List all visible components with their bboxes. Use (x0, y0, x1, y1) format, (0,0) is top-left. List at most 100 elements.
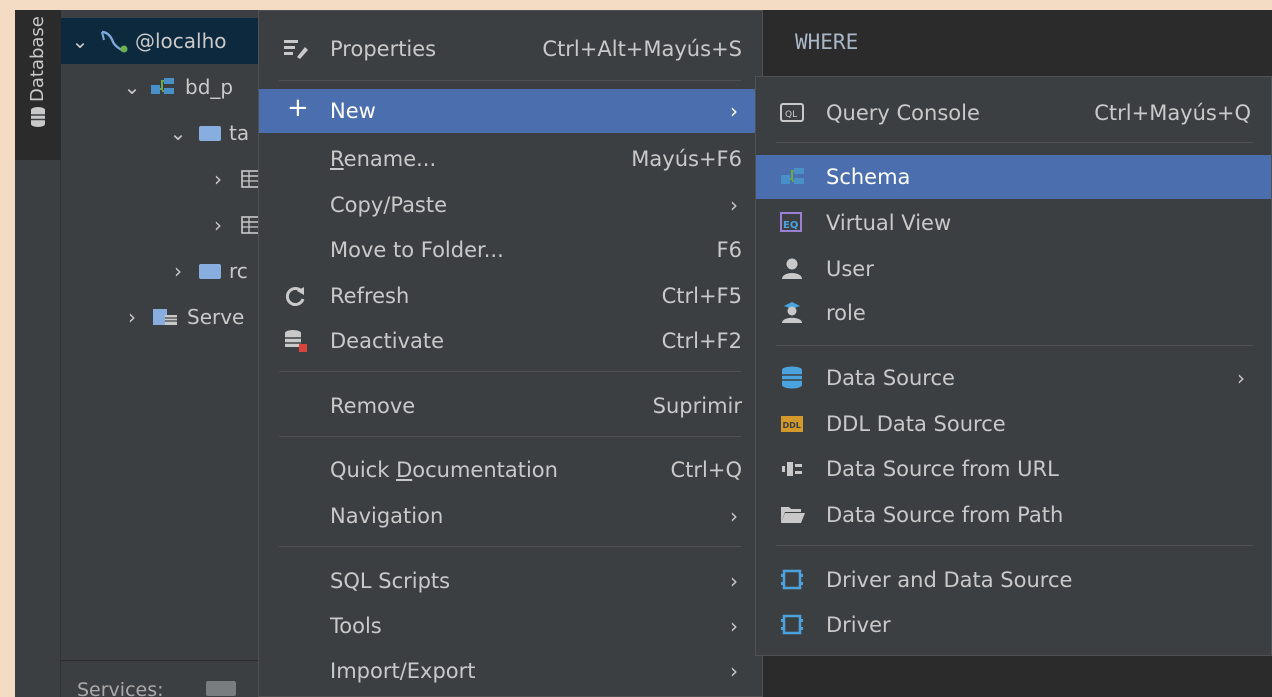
menu-item-navigation[interactable]: Navigation › (259, 494, 762, 538)
menu-item-shortcut: Suprimir (652, 394, 742, 418)
chevron-right-icon: › (730, 614, 738, 638)
menu-item-properties[interactable]: Properties Ctrl+Alt+Mayús+S (259, 27, 762, 71)
svg-text:QL: QL (785, 110, 797, 120)
submenu-item-role[interactable]: role (756, 291, 1271, 335)
menu-item-label: Remove (330, 394, 416, 418)
menu-item-quick-documentation[interactable]: Quick Documentation Ctrl+Q (259, 448, 762, 492)
database-tool-tab[interactable]: Database (15, 10, 61, 160)
submenu-item-label: Driver (826, 613, 891, 637)
chevron-right-icon: › (730, 193, 738, 217)
submenu-item-label: Data Source (826, 366, 955, 390)
menu-item-tools[interactable]: Tools › (259, 604, 762, 648)
menu-item-label: New (330, 99, 376, 123)
chevron-right-icon: › (730, 659, 738, 683)
submenu-item-data-source-from-path[interactable]: Data Source from Path (756, 493, 1271, 537)
tree-item-localhost[interactable]: ⌄ @localho (61, 18, 271, 64)
sql-keyword: WHERE (795, 30, 859, 54)
schema-icon (781, 168, 804, 184)
menu-item-label: Copy/Paste (330, 193, 448, 217)
chevron-right-icon[interactable]: › (207, 167, 229, 191)
submenu-item-label: role (826, 301, 866, 325)
menu-item-label: Refresh (330, 284, 410, 308)
query-console-icon: QL (780, 103, 804, 122)
chevron-right-icon: › (730, 99, 738, 123)
chevron-right-icon[interactable]: › (167, 259, 189, 283)
submenu-item-label: Data Source from Path (826, 503, 1064, 527)
menu-separator (776, 545, 1254, 546)
submenu-item-data-source[interactable]: Data Source › (756, 356, 1271, 400)
menu-item-refresh[interactable]: Refresh Ctrl+F5 (259, 274, 762, 318)
submenu-item-label: Virtual View (826, 211, 952, 235)
submenu-item-label: User (826, 257, 874, 281)
mnemonic-letter: D (396, 458, 413, 482)
menu-item-shortcut: Ctrl+F5 (661, 284, 742, 308)
label-rest: ename... (343, 147, 437, 171)
tree-item-table[interactable]: › (61, 156, 271, 202)
menu-item-new[interactable]: + New › (259, 89, 762, 133)
open-folder-icon (781, 507, 805, 523)
new-submenu: QL Query Console Ctrl+Mayús+Q Schema EQ … (755, 76, 1272, 656)
submenu-item-user[interactable]: User (756, 247, 1271, 291)
folder-icon[interactable] (205, 681, 236, 696)
user-icon (782, 258, 802, 279)
submenu-item-virtual-view[interactable]: EQ Virtual View (756, 201, 1271, 245)
menu-item-remove[interactable]: Remove Suprimir (259, 384, 762, 428)
chevron-right-icon[interactable]: › (121, 305, 143, 329)
menu-item-shortcut: Ctrl+Alt+Mayús+S (542, 37, 742, 61)
tree-item-label: bd_p (185, 75, 234, 99)
menu-separator (279, 371, 741, 372)
mysql-connection-icon (101, 30, 128, 53)
plus-icon: + (287, 93, 309, 123)
submenu-item-shortcut: Ctrl+Mayús+Q (1094, 101, 1251, 125)
menu-item-label: Deactivate (330, 329, 445, 353)
chevron-right-icon[interactable]: › (207, 213, 229, 237)
submenu-item-driver[interactable]: Driver (756, 603, 1271, 647)
tree-item-table[interactable]: › (61, 202, 271, 248)
chevron-down-icon[interactable]: ⌄ (69, 29, 91, 53)
deactivate-database-icon (285, 330, 307, 352)
menu-item-copy-paste[interactable]: Copy/Paste › (259, 183, 762, 227)
submenu-item-schema[interactable]: Schema (756, 155, 1271, 199)
sql-editor[interactable]: WHERE (763, 10, 1272, 76)
menu-item-import-export[interactable]: Import/Export › (259, 649, 762, 693)
submenu-item-query-console[interactable]: QL Query Console Ctrl+Mayús+Q (756, 91, 1271, 135)
tree-item-schema[interactable]: ⌄ bd_p (61, 64, 271, 110)
menu-item-label: Move to Folder... (330, 238, 504, 262)
tree-item-routines[interactable]: › rc (61, 248, 271, 294)
submenu-item-label: Query Console (826, 101, 980, 125)
chevron-down-icon[interactable]: ⌄ (167, 121, 189, 145)
database-tree: ⌄ @localho ⌄ bd_p ⌄ ta › › › rc › Serve (61, 10, 271, 660)
role-icon (782, 302, 802, 323)
submenu-item-data-source-from-url[interactable]: Data Source from URL (756, 447, 1271, 491)
menu-item-shortcut: Mayús+F6 (631, 147, 742, 171)
menu-item-rename[interactable]: Rename... Mayús+F6 (259, 137, 762, 181)
menu-item-shortcut: F6 (716, 238, 742, 262)
submenu-item-label: DDL Data Source (826, 412, 1006, 436)
driver-icon (781, 614, 803, 635)
menu-item-label: Navigation (330, 504, 444, 528)
tree-item-tables[interactable]: ⌄ ta (61, 110, 271, 156)
refresh-icon (285, 287, 305, 306)
svg-text:EQ: EQ (783, 220, 798, 231)
submenu-item-label: Schema (826, 165, 911, 189)
folder-icon (199, 263, 221, 279)
menu-item-sql-scripts[interactable]: SQL Scripts › (259, 559, 762, 603)
menu-separator (279, 80, 741, 81)
database-icon (31, 107, 45, 127)
ddl-data-source-icon: DDL (781, 416, 803, 432)
submenu-item-label: Data Source from URL (826, 457, 1059, 481)
virtual-view-icon: EQ (780, 212, 802, 232)
url-connection-icon (782, 462, 802, 476)
driver-icon (781, 569, 803, 590)
submenu-item-ddl-data-source[interactable]: DDL DDL Data Source (756, 402, 1271, 446)
sql-editor-bottom (763, 650, 1272, 697)
submenu-item-driver-and-data-source[interactable]: Driver and Data Source (756, 558, 1271, 602)
chevron-down-icon[interactable]: ⌄ (121, 75, 143, 99)
schema-icon (151, 78, 174, 94)
label-rest: ocumentation (412, 458, 558, 482)
tree-item-server-objects[interactable]: › Serve (61, 294, 271, 340)
menu-item-move-to-folder[interactable]: Move to Folder... F6 (259, 228, 762, 272)
menu-item-deactivate[interactable]: Deactivate Ctrl+F2 (259, 319, 762, 363)
label-prefix: Quick (330, 458, 397, 482)
menu-item-label: Quick Documentation (330, 458, 558, 482)
